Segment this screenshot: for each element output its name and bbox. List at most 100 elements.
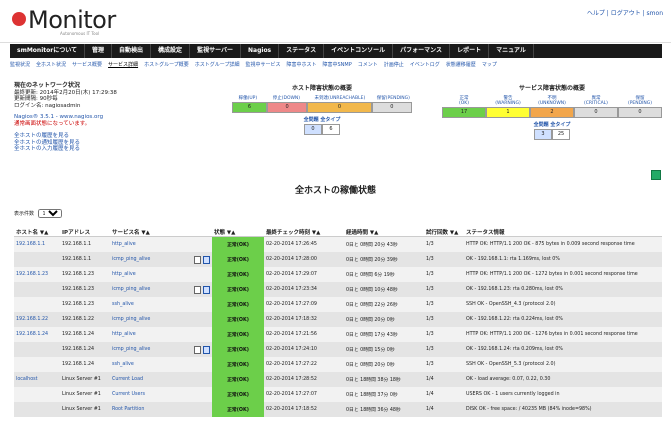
- host-name-cell[interactable]: localhost: [14, 372, 60, 387]
- host-name-cell[interactable]: 192.168.1.22: [14, 312, 60, 327]
- host-totals-sub-cell[interactable]: 0: [304, 124, 322, 135]
- subnav-item[interactable]: 監視中サービス: [245, 62, 280, 68]
- host-totals-cell[interactable]: 6: [232, 102, 267, 113]
- table-row: 192.168.1.23 icmp_ping_alive 正常(OK) 02-20-2…: [14, 282, 662, 297]
- host-name-cell[interactable]: 192.168.1.1: [14, 236, 60, 252]
- host-totals-cell[interactable]: 0: [371, 102, 412, 113]
- service-totals-header[interactable]: 警告 (WARNING): [488, 95, 528, 106]
- column-header[interactable]: ホスト名 ▼▲: [14, 220, 60, 237]
- export-csv-icon[interactable]: [651, 170, 661, 180]
- subnav-item[interactable]: 計画停止: [384, 62, 404, 68]
- menu-item[interactable]: Nagios: [241, 44, 280, 58]
- subnav-item[interactable]: 状態遷移履歴: [446, 62, 476, 68]
- ip-address-cell: 192.168.1.22: [60, 312, 110, 327]
- menu-item[interactable]: 監視サーバー: [190, 44, 242, 58]
- host-totals-header[interactable]: 保留(PENDING): [375, 95, 412, 101]
- column-header[interactable]: 経過時間 ▼▲: [344, 220, 424, 237]
- column-header[interactable]: 最終チェック時刻 ▼▲: [264, 220, 344, 237]
- subnav-item[interactable]: イベントログ: [410, 62, 440, 68]
- edit-icon[interactable]: [203, 255, 210, 264]
- service-name-cell[interactable]: ssh_alive: [110, 357, 190, 372]
- service-name-cell[interactable]: http_alive: [110, 236, 190, 252]
- host-totals-header[interactable]: 未到達(UNREACHABLE): [309, 95, 371, 101]
- duration-cell: 0日と 18時間 38分 18秒: [344, 372, 424, 387]
- host-name-cell[interactable]: 192.168.1.23: [14, 267, 60, 282]
- service-icons-cell: [190, 327, 212, 342]
- service-name-cell[interactable]: Current Users: [110, 387, 190, 402]
- service-totals-header[interactable]: 不明 (UNKNOWN): [532, 95, 572, 106]
- subnav-item[interactable]: 障害中ホスト: [286, 62, 316, 68]
- subnav-item[interactable]: 全ホスト状況: [36, 62, 66, 68]
- service-totals-header[interactable]: 異常 (CRITICAL): [576, 95, 616, 106]
- menu-item[interactable]: 管理: [85, 44, 113, 58]
- host-name-cell: [14, 297, 60, 312]
- history-link[interactable]: 全ホストの入力履歴を見る: [14, 146, 234, 153]
- column-header[interactable]: サービス名 ▼▲: [110, 220, 190, 237]
- service-totals-cell[interactable]: 1: [486, 107, 530, 118]
- status-badge: 正常(OK): [212, 252, 264, 267]
- subnav-item[interactable]: マップ: [482, 62, 497, 68]
- status-info-cell: HTTP OK: HTTP/1.1 200 OK - 1272 bytes in…: [464, 267, 662, 282]
- ip-address-cell: 192.168.1.24: [60, 342, 110, 357]
- table-row: Linux Server #1 Root Partition 正常(OK) 02-20…: [14, 402, 662, 417]
- service-name-cell[interactable]: Current Load: [110, 372, 190, 387]
- service-icons-cell: [190, 342, 212, 357]
- app-logo[interactable]: Monitor: [12, 8, 116, 32]
- host-totals-header[interactable]: 停止(DOWN): [268, 95, 305, 101]
- host-totals-sub-cell[interactable]: 6: [322, 124, 340, 135]
- service-icons-cell: [190, 282, 212, 297]
- ip-address-cell: Linux Server #1: [60, 387, 110, 402]
- host-totals-cell[interactable]: 0: [307, 102, 372, 113]
- page-icon[interactable]: [194, 255, 201, 264]
- page-icon[interactable]: [194, 285, 201, 294]
- service-totals-sub-cell[interactable]: 25: [552, 129, 570, 140]
- subnav-item[interactable]: ホストグループ概要: [144, 62, 189, 68]
- menu-item[interactable]: 構成設定: [151, 44, 191, 58]
- menu-item[interactable]: イベントコンソール: [324, 44, 394, 58]
- subnav-item[interactable]: サービス概要: [72, 62, 102, 68]
- service-name-cell[interactable]: icmp_ping_alive: [110, 252, 190, 267]
- subnav-item[interactable]: ホストグループ詳細: [195, 62, 240, 68]
- service-totals-header[interactable]: 保留 (PENDING): [620, 95, 660, 106]
- column-header[interactable]: 試行回数 ▼▲: [424, 220, 464, 237]
- attempt-cell: 1/3: [424, 342, 464, 357]
- status-info-cell: OK - 192.168.1.1: rta 1.169ms, lost 0%: [464, 252, 662, 267]
- menu-item[interactable]: マニュアル: [489, 44, 534, 58]
- subnav-item[interactable]: 障害中SNMP: [323, 62, 352, 68]
- subnav-item[interactable]: コメント: [358, 62, 378, 68]
- service-name-cell[interactable]: ssh_alive: [110, 297, 190, 312]
- service-name-cell[interactable]: http_alive: [110, 327, 190, 342]
- service-name-cell[interactable]: Root Partition: [110, 402, 190, 417]
- service-name-cell[interactable]: http_alive: [110, 267, 190, 282]
- service-name-cell[interactable]: icmp_ping_alive: [110, 342, 190, 357]
- service-name-cell[interactable]: icmp_ping_alive: [110, 312, 190, 327]
- service-totals-cell[interactable]: 0: [618, 107, 662, 118]
- duration-cell: 0日と 0時間 22分 26秒: [344, 297, 424, 312]
- edit-icon[interactable]: [203, 345, 210, 354]
- menu-item[interactable]: パフォーマンス: [393, 44, 451, 58]
- service-totals-cell[interactable]: 17: [442, 107, 486, 118]
- service-totals-sub-cell[interactable]: 3: [534, 129, 552, 140]
- service-totals-cell[interactable]: 0: [574, 107, 618, 118]
- page-icon[interactable]: [194, 345, 201, 354]
- host-totals-cell[interactable]: 0: [266, 102, 308, 113]
- top-links[interactable]: ヘルプ | ログアウト | smon: [587, 8, 663, 17]
- service-totals-cell[interactable]: 2: [530, 107, 574, 118]
- host-totals-header[interactable]: 稼働(UP): [232, 95, 264, 101]
- menu-item[interactable]: レポート: [450, 44, 490, 58]
- service-name-cell[interactable]: icmp_ping_alive: [110, 282, 190, 297]
- subnav-item[interactable]: サービス詳細: [108, 62, 138, 68]
- edit-icon[interactable]: [203, 285, 210, 294]
- result-limit-select[interactable]: 100: [37, 209, 62, 218]
- host-name-cell[interactable]: 192.168.1.24: [14, 327, 60, 342]
- service-totals-header[interactable]: 正常 (OK): [444, 95, 484, 106]
- menu-item[interactable]: smMonitorについて: [10, 44, 86, 58]
- subnav-item[interactable]: 監視状況: [10, 62, 30, 68]
- menu-item[interactable]: 自動検出: [112, 44, 152, 58]
- column-header[interactable]: 状態 ▼▲: [212, 220, 264, 237]
- column-header[interactable]: IPアドレス: [60, 220, 110, 237]
- menu-item[interactable]: ステータス: [279, 44, 325, 58]
- attempt-cell: 1/4: [424, 402, 464, 417]
- column-header[interactable]: ステータス情報: [464, 220, 662, 237]
- logo-text: Monitor: [28, 6, 116, 34]
